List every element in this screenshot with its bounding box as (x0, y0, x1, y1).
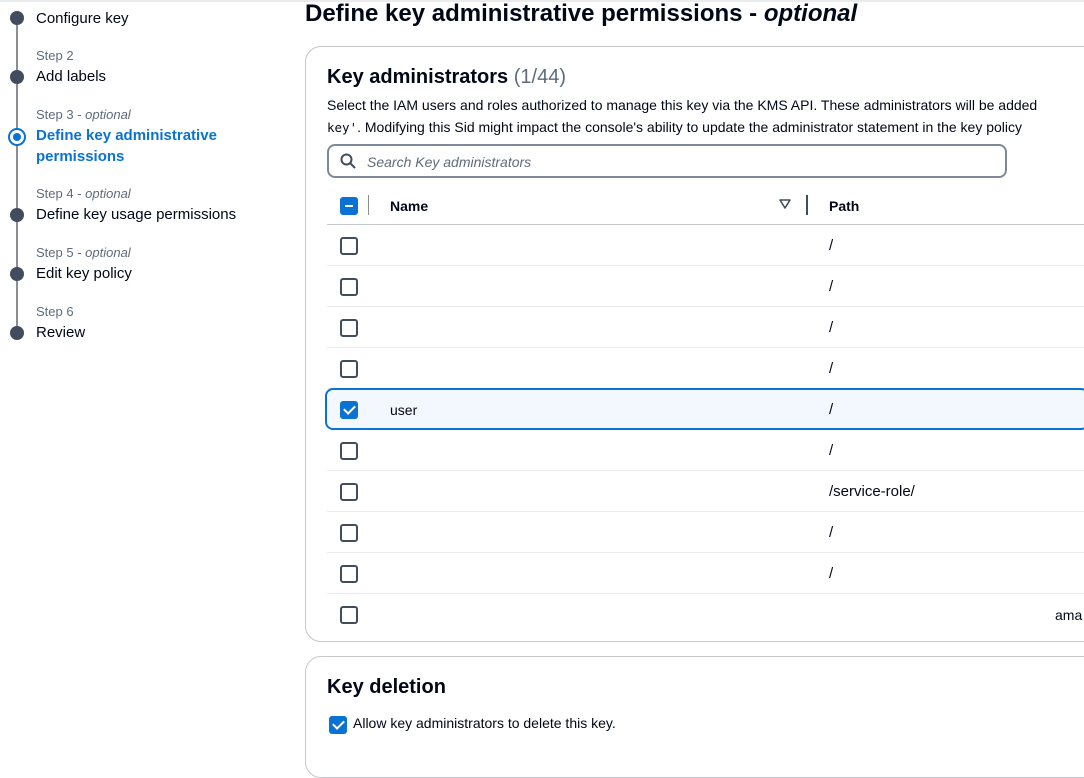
step-optional: optional (85, 245, 131, 260)
column-header-path: Path (829, 198, 860, 214)
table-header: Name Path (327, 184, 1084, 225)
step-title[interactable]: Define key usage permissions (36, 204, 236, 225)
step-dot-icon (10, 208, 24, 222)
table-row[interactable]: / (327, 307, 1084, 348)
column-divider (368, 195, 369, 215)
row-checkbox[interactable] (340, 606, 358, 624)
page-title-optional: optional (763, 0, 858, 27)
step-title[interactable]: Define key administrative permissions (36, 125, 266, 167)
row-checkbox[interactable] (340, 237, 358, 255)
step-optional: optional (85, 186, 131, 201)
step-label: Step 4 - optional (36, 186, 131, 201)
row-extra: ama (1055, 607, 1083, 623)
table-row[interactable]: / (327, 430, 1084, 471)
step-optional: optional (85, 107, 131, 122)
page-title-main: Define key administrative permissions - (305, 0, 764, 27)
wizard-rail (16, 18, 18, 333)
step-number: Step 5 (36, 245, 74, 260)
table-row[interactable]: /service-role/ (327, 471, 1084, 512)
row-name: user (390, 402, 418, 418)
step-title[interactable]: Add labels (36, 66, 106, 87)
column-divider[interactable] (806, 195, 808, 215)
table-row[interactable]: ama (327, 594, 1084, 634)
page-title: Define key administrative permissions - … (305, 0, 857, 28)
row-checkbox[interactable] (340, 360, 358, 378)
description-code: key' (327, 120, 358, 135)
row-checkbox[interactable] (340, 442, 358, 460)
description-line-2: key'. Modifying this Sid might impact th… (327, 116, 1084, 139)
current-step-icon (8, 128, 26, 146)
step-title[interactable]: Review (36, 322, 85, 343)
row-checkbox[interactable] (340, 483, 358, 501)
step-dot-icon (10, 11, 24, 25)
search-input[interactable] (365, 149, 989, 175)
row-path: / (829, 565, 834, 582)
table-row[interactable]: / (327, 512, 1084, 553)
panel-title-text: Key administrators (327, 66, 509, 88)
key-deletion-panel: Key deletion Allow key administrators to… (305, 656, 1084, 778)
panel-description: Select the IAM users and roles authorize… (327, 94, 1084, 139)
allow-deletion-checkbox[interactable] (329, 716, 347, 734)
search-icon (340, 153, 356, 169)
key-administrators-panel: Key administrators (1/44) Select the IAM… (305, 46, 1084, 642)
row-checkbox[interactable] (340, 319, 358, 337)
row-path: / (829, 401, 834, 418)
wizard-steps: Configure key Step 2 Add labels Step 3 -… (0, 0, 290, 743)
row-checkbox[interactable] (340, 565, 358, 583)
step-number: Step 3 (36, 107, 74, 122)
row-path: / (829, 524, 834, 541)
row-path: /service-role/ (829, 483, 915, 500)
step-number: Step 4 (36, 186, 74, 201)
selection-count: (1/44) (513, 66, 566, 88)
step-dot-icon (10, 70, 24, 84)
step-dot-icon (10, 267, 24, 281)
allow-deletion-label[interactable]: Allow key administrators to delete this … (353, 715, 616, 731)
step-title[interactable]: Configure key (36, 8, 129, 29)
select-all-checkbox[interactable] (340, 197, 358, 215)
row-checkbox[interactable] (340, 401, 358, 419)
row-path: / (829, 319, 834, 336)
table-row-selected[interactable]: user / (325, 388, 1084, 430)
row-path: / (829, 237, 834, 254)
search-box[interactable] (327, 144, 1007, 178)
step-dot-icon (10, 326, 24, 340)
table-row[interactable]: / (327, 553, 1084, 594)
column-header-name[interactable]: Name (390, 198, 428, 214)
sort-caret-icon[interactable] (779, 199, 791, 209)
row-path: / (829, 442, 834, 459)
key-deletion-title: Key deletion (327, 676, 446, 698)
step-title[interactable]: Edit key policy (36, 263, 132, 284)
row-checkbox[interactable] (340, 278, 358, 296)
step-label: Step 5 - optional (36, 245, 131, 260)
step-label: Step 6 (36, 304, 74, 319)
table-row[interactable]: / (327, 266, 1084, 307)
row-path: / (829, 360, 834, 377)
row-path: / (829, 278, 834, 295)
step-label: Step 3 - optional (36, 107, 131, 122)
description-line-1: Select the IAM users and roles authorize… (327, 97, 1038, 113)
panel-title: Key administrators (1/44) (327, 66, 566, 89)
step-label: Step 2 (36, 48, 74, 63)
table-row[interactable]: / (327, 225, 1084, 266)
description-text: . Modifying this Sid might impact the co… (357, 119, 1022, 135)
row-checkbox[interactable] (340, 524, 358, 542)
table-row[interactable]: / (327, 348, 1084, 389)
